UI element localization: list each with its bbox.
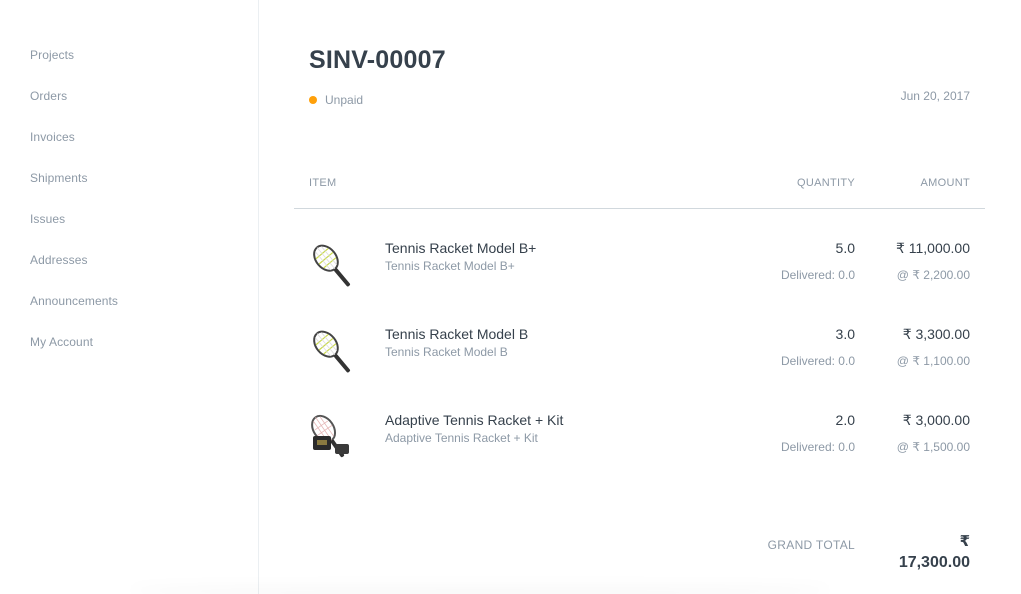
sidebar-item-orders[interactable]: Orders <box>30 89 67 103</box>
table-row[interactable]: Adaptive Tennis Racket + Kit Adaptive Te… <box>259 406 1021 466</box>
item-name[interactable]: Tennis Racket Model B+ <box>385 240 536 256</box>
table-row[interactable]: Tennis Racket Model B+ Tennis Racket Mod… <box>259 234 1021 294</box>
invoice-detail: SINV-00007 Unpaid Jun 20, 2017 ITEM QUAN… <box>259 0 1021 594</box>
column-header-quantity: QUANTITY <box>796 177 855 189</box>
table-row[interactable]: Tennis Racket Model B Tennis Racket Mode… <box>259 320 1021 380</box>
item-quantity: 2.0 <box>835 412 855 428</box>
item-description: Tennis Racket Model B <box>385 345 508 359</box>
item-amount: ₹ 3,000.00 <box>902 412 970 428</box>
product-image-tennis-racket-kit[interactable] <box>309 406 365 462</box>
sidebar-item-my-account[interactable]: My Account <box>30 335 93 349</box>
column-header-amount: AMOUNT <box>920 177 970 189</box>
item-quantity: 3.0 <box>835 326 855 342</box>
sidebar-item-addresses[interactable]: Addresses <box>30 253 88 267</box>
item-rate: @ ₹ 1,500.00 <box>896 440 970 454</box>
sidebar-item-issues[interactable]: Issues <box>30 212 65 226</box>
item-delivered: Delivered: 0.0 <box>780 440 855 454</box>
sidebar: Projects Orders Invoices Shipments Issue… <box>0 0 259 594</box>
sidebar-item-projects[interactable]: Projects <box>30 48 74 62</box>
item-delivered: Delivered: 0.0 <box>780 354 855 368</box>
item-amount: ₹ 3,300.00 <box>902 326 970 342</box>
status-label: Unpaid <box>325 93 364 107</box>
item-description: Tennis Racket Model B+ <box>385 259 515 273</box>
item-description: Adaptive Tennis Racket + Kit <box>385 431 538 445</box>
bottom-shadow <box>130 580 830 594</box>
item-rate: @ ₹ 1,100.00 <box>896 354 970 368</box>
grand-total-currency: ₹ <box>959 533 970 550</box>
item-rate: @ ₹ 2,200.00 <box>896 268 970 282</box>
invoice-date: Jun 20, 2017 <box>900 89 970 103</box>
column-header-item: ITEM <box>309 177 337 189</box>
product-image-tennis-racket[interactable] <box>309 320 365 376</box>
sidebar-item-announcements[interactable]: Announcements <box>30 294 118 308</box>
item-name[interactable]: Adaptive Tennis Racket + Kit <box>385 412 563 428</box>
status-badge: Unpaid <box>309 93 363 107</box>
status-dot-icon <box>309 96 317 104</box>
header-divider <box>294 208 985 209</box>
page-title: SINV-00007 <box>309 46 446 74</box>
product-image-tennis-racket[interactable] <box>309 234 365 290</box>
item-quantity: 5.0 <box>835 240 855 256</box>
item-name[interactable]: Tennis Racket Model B <box>385 326 528 342</box>
grand-total-label: GRAND TOTAL <box>767 538 855 552</box>
sidebar-item-shipments[interactable]: Shipments <box>30 171 88 185</box>
grand-total-value: 17,300.00 <box>898 554 970 571</box>
item-delivered: Delivered: 0.0 <box>780 268 855 282</box>
item-amount: ₹ 11,000.00 <box>895 240 970 256</box>
sidebar-item-invoices[interactable]: Invoices <box>30 130 75 144</box>
